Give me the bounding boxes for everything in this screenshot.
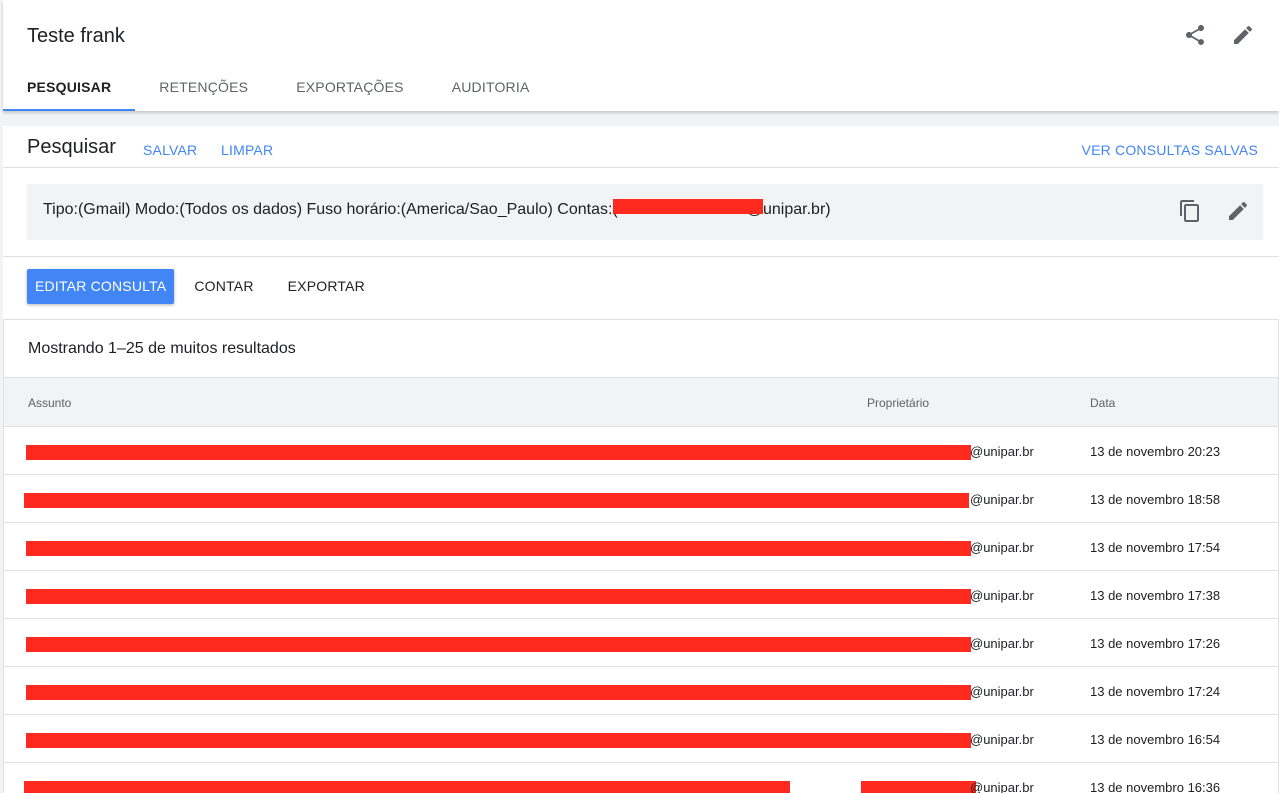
date-cell: 13 de novembro 17:26 [1090, 636, 1221, 651]
date-cell: 13 de novembro 20:23 [1090, 444, 1221, 459]
clear-button[interactable]: LIMPAR [221, 142, 273, 158]
save-button[interactable]: SALVAR [143, 142, 197, 158]
table-header: Assunto Proprietário Data [4, 377, 1278, 427]
tab-bar: PESQUISAR RETENÇÕES EXPORTAÇÕES AUDITORI… [3, 66, 553, 111]
redacted-subject [26, 589, 971, 604]
date-cell: 13 de novembro 17:38 [1090, 588, 1221, 603]
table-row[interactable]: @unipar.br 13 de novembro 16:36 [4, 763, 1278, 793]
column-header-owner[interactable]: Proprietário [867, 396, 929, 410]
redacted-subject [24, 493, 969, 508]
divider [3, 256, 1279, 257]
tab-auditoria[interactable]: AUDITORIA [428, 66, 554, 111]
date-cell: 13 de novembro 18:58 [1090, 492, 1221, 507]
query-summary: Tipo:(Gmail) Modo:(Todos os dados) Fuso … [27, 184, 1263, 240]
redacted-subject [24, 781, 790, 793]
export-button[interactable]: EXPORTAR [274, 278, 379, 294]
redacted-subject [26, 445, 971, 460]
owner-cell: @unipar.br [970, 684, 1034, 699]
results-panel: Mostrando 1–25 de muitos resultados Assu… [3, 319, 1279, 793]
table-row[interactable]: @unipar.br 13 de novembro 17:24 [4, 667, 1278, 715]
search-title: Pesquisar [27, 136, 116, 158]
owner-cell: @unipar.br [970, 492, 1034, 507]
redacted-owner [861, 781, 976, 793]
table-row[interactable]: @unipar.br 13 de novembro 17:54 [4, 523, 1278, 571]
table-row[interactable]: @unipar.br 13 de novembro 20:23 [4, 427, 1278, 475]
date-cell: 13 de novembro 16:36 [1090, 780, 1221, 793]
action-bar: EDITAR CONSULTA CONTAR EXPORTAR [27, 268, 379, 304]
tab-exportacoes[interactable]: EXPORTAÇÕES [272, 66, 428, 111]
date-cell: 13 de novembro 17:24 [1090, 684, 1221, 699]
table-row[interactable]: @unipar.br 13 de novembro 18:58 [4, 475, 1278, 523]
table-row[interactable]: @unipar.br 13 de novembro 16:54 [4, 715, 1278, 763]
tab-pesquisar[interactable]: PESQUISAR [3, 66, 136, 111]
date-cell: 13 de novembro 17:54 [1090, 540, 1221, 555]
redacted-account [613, 199, 763, 214]
edit-query-button[interactable]: EDITAR CONSULTA [27, 268, 175, 304]
search-toolbar: Pesquisar SALVAR LIMPAR VER CONSULTAS SA… [3, 126, 1279, 168]
count-button[interactable]: CONTAR [180, 278, 267, 294]
table-row[interactable]: @unipar.br 13 de novembro 17:26 [4, 619, 1278, 667]
date-cell: 13 de novembro 16:54 [1090, 732, 1221, 747]
copy-icon[interactable] [1178, 199, 1202, 223]
results-summary: Mostrando 1–25 de muitos resultados [28, 340, 296, 357]
column-header-date[interactable]: Data [1090, 396, 1115, 410]
table-row[interactable]: @unipar.br 13 de novembro 17:38 [4, 571, 1278, 619]
saved-queries-link[interactable]: VER CONSULTAS SALVAS [1082, 142, 1258, 158]
redacted-subject [26, 733, 971, 748]
redacted-subject [26, 685, 971, 700]
search-card: Pesquisar SALVAR LIMPAR VER CONSULTAS SA… [3, 126, 1279, 793]
edit-query-icon[interactable] [1226, 199, 1250, 223]
page-title: Teste frank [27, 25, 125, 47]
share-icon[interactable] [1183, 23, 1207, 47]
owner-cell: @unipar.br [970, 780, 1034, 793]
owner-cell: @unipar.br [970, 636, 1034, 651]
edit-icon[interactable] [1231, 23, 1255, 47]
owner-cell: @unipar.br [970, 588, 1034, 603]
query-prefix: Tipo:(Gmail) Modo:(Todos os dados) Fuso … [43, 201, 618, 218]
tab-retencoes[interactable]: RETENÇÕES [135, 66, 272, 111]
owner-cell: @unipar.br [970, 732, 1034, 747]
column-header-subject[interactable]: Assunto [28, 396, 71, 410]
app-header: Teste frank PESQUISAR RETENÇÕES EXPORTAÇ… [3, 0, 1279, 111]
redacted-subject [26, 541, 971, 556]
owner-cell: @unipar.br [970, 444, 1034, 459]
owner-cell: @unipar.br [970, 540, 1034, 555]
redacted-subject [26, 637, 971, 652]
